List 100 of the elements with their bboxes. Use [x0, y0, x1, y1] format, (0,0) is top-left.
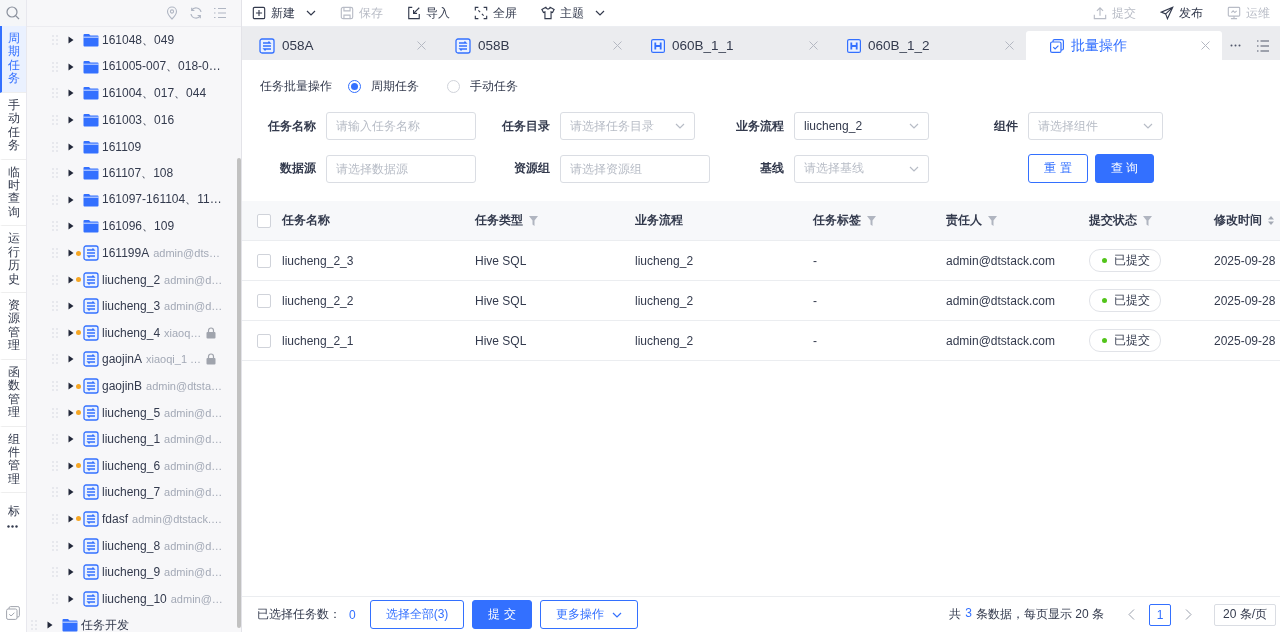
expand-caret-icon[interactable] [47, 621, 53, 630]
tree-item[interactable]: gaojinB admin@dtsta… [27, 372, 241, 400]
expand-caret-icon[interactable] [68, 169, 74, 178]
tree-item[interactable]: liucheng_10 admin@… [27, 585, 241, 613]
column-header[interactable]: 任务类型 [475, 212, 538, 229]
search-button[interactable]: 查 询 [1094, 154, 1154, 183]
close-icon[interactable] [809, 41, 818, 50]
tree-item[interactable]: 161109 [27, 133, 241, 160]
tab[interactable]: 060B_1_1 [634, 31, 830, 60]
expand-caret-icon[interactable] [68, 116, 74, 125]
tree-item[interactable]: 161005-007、018-0… [27, 53, 241, 81]
filter-icon[interactable] [529, 215, 538, 226]
tree-item[interactable]: liucheng_7 admin@d… [27, 479, 241, 506]
filter-icon[interactable] [1143, 215, 1152, 226]
page-size-select[interactable]: 20 条/页 [1214, 603, 1276, 626]
expand-caret-icon[interactable] [68, 568, 74, 577]
close-icon[interactable] [1005, 41, 1014, 50]
prev-page-icon[interactable] [1128, 609, 1135, 620]
action-button[interactable]: 更多操作 [539, 600, 638, 629]
tree-item[interactable]: liucheng_5 admin@d… [27, 399, 241, 426]
toolbar-button[interactable]: 主题 [541, 4, 605, 22]
expand-caret-icon[interactable] [68, 249, 74, 258]
expand-caret-icon[interactable] [68, 488, 74, 497]
expand-caret-icon[interactable] [68, 62, 74, 71]
expand-caret-icon[interactable] [68, 275, 74, 284]
radio-option[interactable]: 周期任务 [348, 77, 419, 95]
tree-item[interactable]: liucheng_1 admin@d… [27, 425, 241, 453]
action-button[interactable]: 选择全部(3) [369, 600, 465, 629]
tab[interactable]: 批量操作 [1026, 31, 1222, 60]
tree-item[interactable]: liucheng_4 xiaoq… [27, 319, 241, 347]
column-header[interactable]: 任务名称 [282, 212, 330, 229]
radio-icon[interactable] [348, 79, 361, 93]
expand-caret-icon[interactable] [68, 461, 74, 470]
tree-item[interactable]: 161003、016 [27, 106, 241, 134]
close-icon[interactable] [1201, 41, 1210, 50]
tree-item[interactable]: 161107、108 [27, 159, 241, 187]
more-icon[interactable] [1230, 44, 1241, 47]
tab[interactable]: 058B [438, 31, 634, 60]
expand-caret-icon[interactable] [68, 36, 74, 45]
tree-item[interactable]: 任务开发 [27, 612, 241, 632]
radio-option[interactable]: 手动任务 [447, 77, 518, 95]
expand-caret-icon[interactable] [68, 594, 74, 603]
tree-item[interactable]: liucheng_2 admin@d… [27, 266, 241, 293]
input-field[interactable]: 请选择资源组 [560, 154, 710, 183]
expand-caret-icon[interactable] [68, 355, 74, 364]
expand-caret-icon[interactable] [68, 515, 74, 523]
refresh-icon[interactable] [189, 6, 203, 20]
action-button[interactable]: 提 交 [472, 600, 532, 629]
expand-caret-icon[interactable] [68, 328, 74, 337]
select-field[interactable]: liucheng_2 [794, 112, 929, 140]
input-field[interactable]: 请选择数据源 [326, 154, 476, 183]
toolbar-button[interactable]: 导入 [407, 4, 450, 22]
toolbar-button[interactable]: 发布 [1160, 4, 1203, 22]
tree-item[interactable]: 161048、049 [27, 27, 241, 54]
reset-button[interactable]: 重 置 [1028, 154, 1088, 183]
expand-caret-icon[interactable] [68, 382, 74, 390]
close-icon[interactable] [613, 41, 622, 50]
tree-item[interactable]: liucheng_3 admin@d… [27, 292, 241, 320]
close-icon[interactable] [417, 41, 426, 50]
checkbox[interactable] [257, 213, 271, 228]
input-field[interactable]: 请输入任务名称 [326, 112, 476, 140]
tree-item[interactable]: liucheng_9 admin@d… [27, 558, 241, 586]
column-header[interactable]: 任务标签 [813, 212, 876, 229]
expand-caret-icon[interactable] [68, 302, 74, 311]
tree-item[interactable]: liucheng_6 admin@d… [27, 452, 241, 480]
checkbox[interactable] [257, 253, 271, 268]
nav-item[interactable]: 周期任务 [0, 26, 26, 93]
filter-icon[interactable] [988, 215, 997, 226]
tab[interactable]: 060B_1_2 [830, 31, 1026, 60]
expand-caret-icon[interactable] [68, 222, 74, 231]
scrollbar[interactable] [237, 158, 241, 628]
tree-item[interactable]: liucheng_8 admin@d… [27, 532, 241, 559]
tree-item[interactable]: 161096、109 [27, 213, 241, 240]
tree-item[interactable]: 161004、017、044 [27, 80, 241, 107]
toolbar-button[interactable]: 新建 [252, 4, 316, 22]
column-header[interactable]: 修改时间 [1214, 212, 1274, 229]
tree-item[interactable]: fdasf admin@dtstack.… [27, 505, 241, 533]
column-header[interactable]: 责任人 [946, 212, 997, 229]
list-icon[interactable] [213, 6, 227, 20]
column-header[interactable]: 业务流程 [635, 212, 683, 229]
tree-item[interactable]: 161097-161104、11… [27, 186, 241, 214]
expand-caret-icon[interactable] [68, 89, 74, 98]
expand-caret-icon[interactable] [68, 541, 74, 550]
search-icon[interactable] [6, 6, 20, 20]
expand-caret-icon[interactable] [68, 408, 74, 417]
tab[interactable]: 058A [242, 31, 438, 60]
tree-item[interactable]: 161199A admin@dts… [27, 239, 241, 267]
next-page-icon[interactable] [1185, 609, 1192, 620]
checkbox[interactable] [257, 333, 271, 348]
location-icon[interactable] [165, 6, 179, 20]
toolbar-button[interactable]: 全屏 [474, 4, 517, 22]
expand-caret-icon[interactable] [68, 435, 74, 444]
list-icon[interactable] [1256, 38, 1270, 53]
checkbox[interactable] [257, 293, 271, 308]
more-icon[interactable] [7, 525, 18, 529]
expand-caret-icon[interactable] [68, 195, 74, 204]
page-button[interactable]: 1 [1149, 603, 1171, 626]
filter-icon[interactable] [867, 215, 876, 226]
column-header[interactable]: 提交状态 [1089, 212, 1152, 229]
checklist-icon[interactable] [6, 606, 20, 620]
